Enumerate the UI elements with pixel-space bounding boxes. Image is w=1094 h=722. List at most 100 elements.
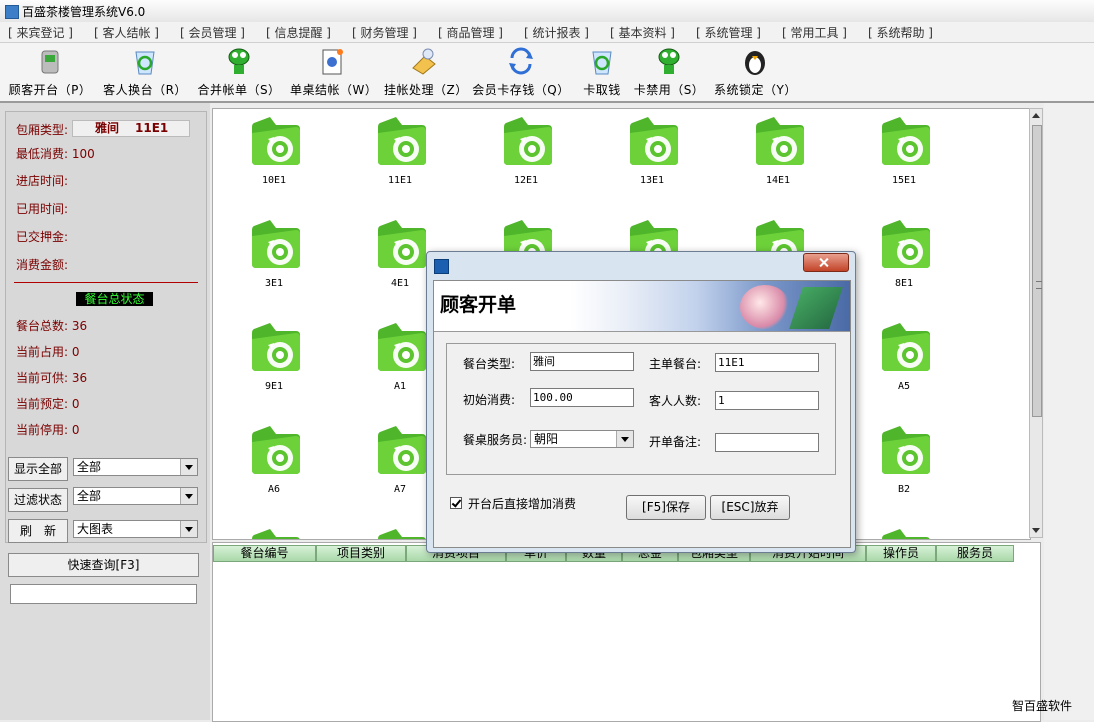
- table-tile[interactable]: 8E1: [864, 214, 944, 304]
- main-table-label: 主单餐台:: [649, 357, 702, 371]
- table-type-field[interactable]: 雅间: [530, 352, 634, 371]
- col-header-operator[interactable]: 操作员: [866, 545, 936, 562]
- main-table-field[interactable]: 11E1: [715, 353, 819, 372]
- waiter-select-value: 朝阳: [534, 432, 559, 446]
- menu-item-system-admin[interactable]: [ 系统管理 ]: [696, 24, 761, 41]
- table-tile[interactable]: 15E1: [864, 111, 944, 201]
- auto-consume-checkbox[interactable]: [450, 497, 462, 509]
- table-label: B2: [897, 484, 911, 495]
- divider: [14, 282, 198, 283]
- card-withdraw-button[interactable]: 卡取钱: [580, 46, 624, 98]
- table-tile[interactable]: 14E1: [738, 111, 818, 201]
- initial-consume-label: 初始消费:: [463, 393, 516, 407]
- open-bill-dialog: 顾客开单 餐台类型: 雅间 主单餐台: 11E1 初始消费: 100.00 客人…: [426, 251, 856, 553]
- table-available-icon: [876, 317, 932, 375]
- menu-item-finance[interactable]: [ 财务管理 ]: [352, 24, 417, 41]
- credit-handling-button[interactable]: 挂帐处理（Z）: [384, 46, 468, 98]
- scroll-up-icon[interactable]: [1032, 113, 1040, 118]
- menu-item-member[interactable]: [ 会员管理 ]: [180, 24, 245, 41]
- table-available-icon: [498, 111, 554, 169]
- sync-icon: [506, 46, 536, 76]
- consumption-table: 餐台编号 项目类别 消费项目 单价 数量 总金 包厢类型 消费开始时间 操作员 …: [212, 542, 1041, 722]
- change-table-label: 客人换台（R）: [103, 83, 187, 97]
- guest-count-field[interactable]: 1: [715, 391, 819, 410]
- menu-item-reports[interactable]: [ 统计报表 ]: [524, 24, 589, 41]
- table-tile[interactable]: 11E1: [360, 111, 440, 201]
- col-header-table-no[interactable]: 餐台编号: [213, 545, 316, 562]
- table-available-icon: [876, 420, 932, 478]
- filter-status-select[interactable]: 全部: [73, 487, 198, 505]
- table-tile[interactable]: 3E1: [234, 214, 314, 304]
- show-all-button[interactable]: 显示全部: [8, 457, 68, 481]
- save-button[interactable]: [F5]保存: [626, 495, 706, 520]
- table-tile[interactable]: A5: [864, 317, 944, 407]
- table-label: 8E1: [894, 278, 914, 289]
- chevron-down-icon[interactable]: [180, 488, 197, 504]
- app-icon: [5, 5, 19, 19]
- menu-item-goods[interactable]: [ 商品管理 ]: [438, 24, 503, 41]
- view-select[interactable]: 大图表: [73, 520, 198, 538]
- menu-item-reminder[interactable]: [ 信息提醒 ]: [266, 24, 331, 41]
- menu-item-guest-checkout[interactable]: [ 客人结帐 ]: [94, 24, 159, 41]
- menu-item-basic-data[interactable]: [ 基本资料 ]: [610, 24, 675, 41]
- show-all-select[interactable]: 全部: [73, 458, 198, 476]
- trash-bin-icon: [35, 46, 65, 76]
- menu-item-guest-register[interactable]: [ 来宾登记 ]: [8, 24, 73, 41]
- scroll-down-icon[interactable]: [1032, 528, 1040, 533]
- table-tile[interactable]: 9E1: [234, 317, 314, 407]
- table-tile[interactable]: 12E1: [486, 111, 566, 201]
- single-checkout-label: 单桌结帐（W）: [290, 83, 378, 97]
- waiter-select[interactable]: 朝阳: [530, 430, 634, 448]
- col-header-waiter[interactable]: 服务员: [936, 545, 1014, 562]
- table-available-icon: [246, 420, 302, 478]
- dialog-app-icon: [434, 259, 449, 274]
- filter-status-button[interactable]: 过滤状态: [8, 488, 68, 512]
- total-tables: 餐台总数: 36: [16, 319, 88, 333]
- member-deposit-button[interactable]: 会员卡存钱（Q）: [472, 46, 570, 98]
- grip-icon: [1036, 281, 1042, 289]
- table-tile[interactable]: [864, 523, 944, 539]
- table-tile[interactable]: 13E1: [612, 111, 692, 201]
- quick-query-input[interactable]: [10, 584, 197, 604]
- system-lock-button[interactable]: 系统锁定（Y）: [714, 46, 796, 98]
- cancel-button[interactable]: [ESC]放弃: [710, 495, 790, 520]
- note-field[interactable]: [715, 433, 819, 452]
- table-tile[interactable]: [234, 523, 314, 539]
- table-tile[interactable]: 10E1: [234, 111, 314, 201]
- waiter-label: 餐桌服务员:: [463, 433, 528, 447]
- close-button[interactable]: [803, 253, 849, 272]
- open-table-button[interactable]: 顾客开台（P）: [8, 46, 92, 98]
- character-icon: [654, 46, 684, 76]
- dialog-fields-group: 餐台类型: 雅间 主单餐台: 11E1 初始消费: 100.00 客人人数: 1…: [446, 343, 836, 475]
- credit-handling-label: 挂帐处理（Z）: [384, 83, 468, 97]
- single-checkout-button[interactable]: 单桌结帐（W）: [290, 46, 378, 98]
- chevron-down-icon[interactable]: [180, 521, 197, 537]
- refresh-button[interactable]: 刷 新: [8, 519, 68, 543]
- penguin-icon: [740, 46, 770, 76]
- chevron-down-icon[interactable]: [180, 459, 197, 475]
- merge-bill-button[interactable]: 合并帐单（S）: [196, 46, 282, 98]
- occupied-tables: 当前占用: 0: [16, 345, 80, 359]
- card-disable-button[interactable]: 卡禁用（S）: [632, 46, 706, 98]
- grid-scrollbar[interactable]: [1029, 108, 1043, 538]
- quick-query-button[interactable]: 快速查询[F3]: [8, 553, 199, 577]
- chevron-down-icon[interactable]: [616, 431, 633, 447]
- document-icon: [317, 46, 347, 76]
- change-table-button[interactable]: 客人换台（R）: [102, 46, 188, 98]
- table-label: 12E1: [513, 175, 539, 186]
- table-available-icon: [246, 317, 302, 375]
- scroll-thumb[interactable]: [1032, 125, 1042, 417]
- table-available-icon: [246, 111, 302, 169]
- menu-item-tools[interactable]: [ 常用工具 ]: [782, 24, 847, 41]
- checkin-time: 进店时间:: [16, 174, 69, 188]
- menu-item-help[interactable]: [ 系统帮助 ]: [868, 24, 933, 41]
- table-available-icon: [246, 523, 302, 539]
- table-available-icon: [372, 420, 428, 478]
- room-type-value: 雅间: [95, 121, 120, 135]
- table-tile[interactable]: A6: [234, 420, 314, 510]
- view-select-value: 大图表: [77, 522, 114, 536]
- table-tile[interactable]: B2: [864, 420, 944, 510]
- col-header-item-type[interactable]: 项目类别: [316, 545, 406, 562]
- disabled-tables: 当前停用: 0: [16, 423, 80, 437]
- initial-consume-field[interactable]: 100.00: [530, 388, 634, 407]
